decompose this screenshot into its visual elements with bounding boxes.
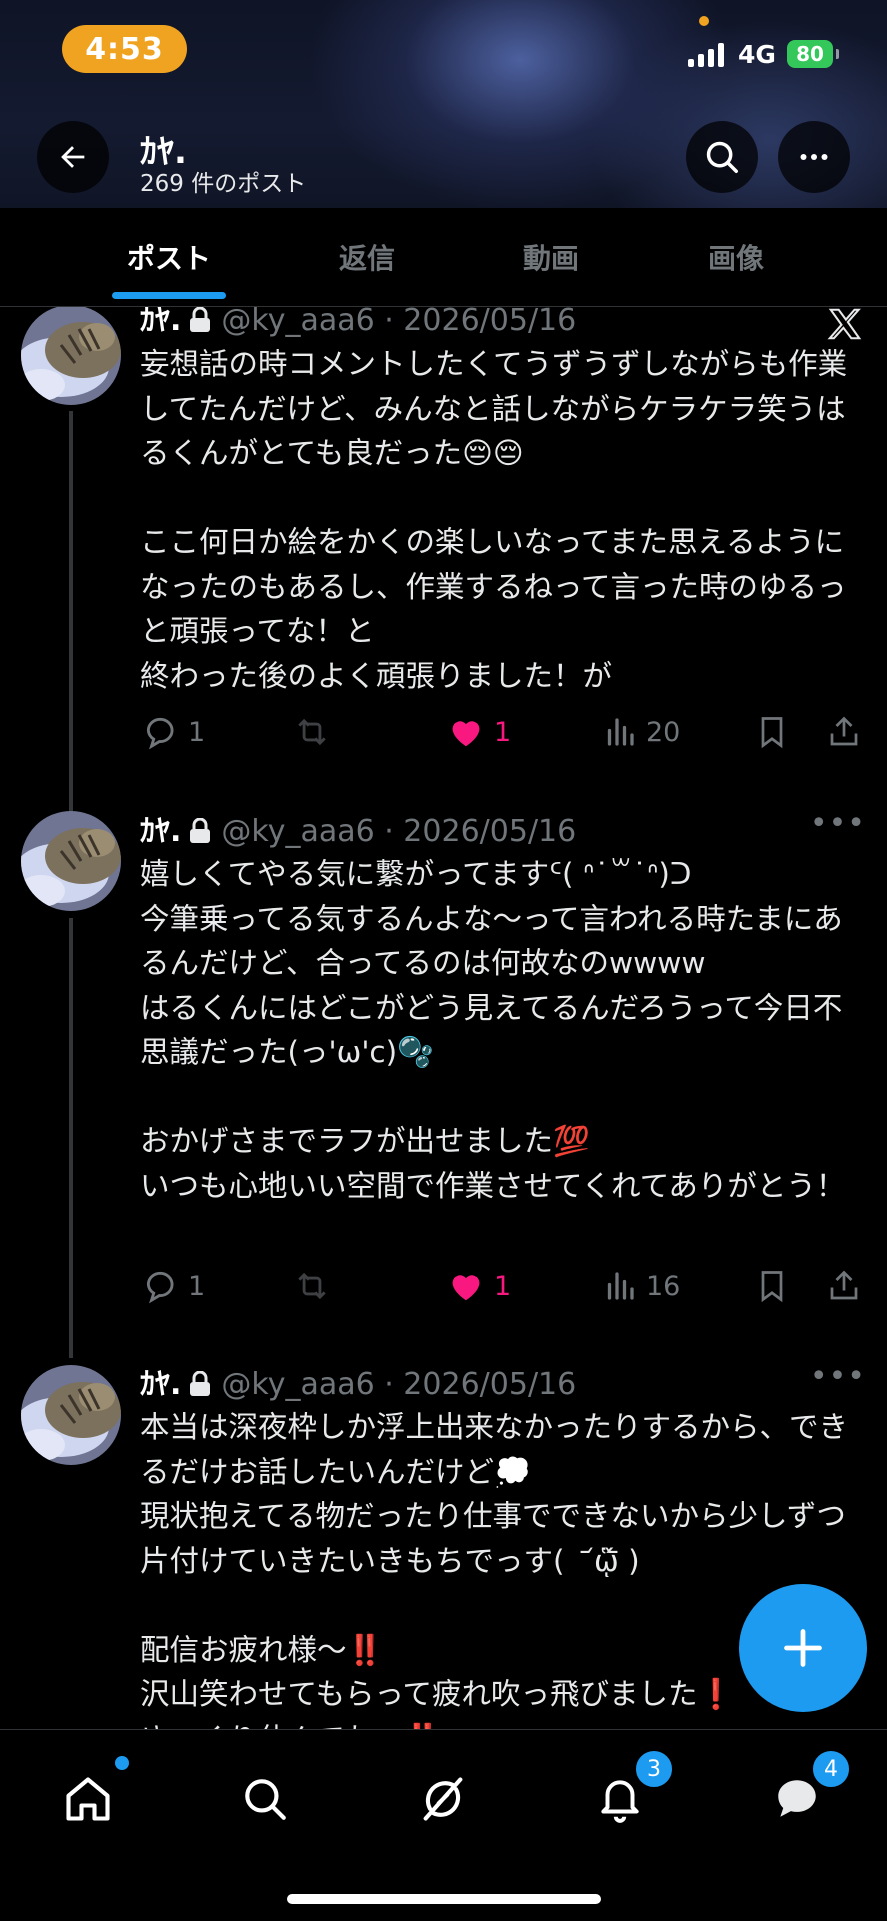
post-author-name[interactable]: ｶﾔ. xyxy=(140,814,181,849)
avatar[interactable] xyxy=(21,307,121,405)
repost-icon xyxy=(298,1272,326,1300)
reply-button[interactable]: 1 xyxy=(142,1267,205,1305)
lock-icon xyxy=(190,818,211,843)
bookmark-icon xyxy=(761,717,783,749)
messages-badge: 4 xyxy=(810,1748,852,1790)
post-author-name[interactable]: ｶﾔ. xyxy=(140,307,181,338)
like-button[interactable]: 1 xyxy=(446,1267,511,1305)
battery-indicator: 80 xyxy=(787,40,839,68)
x-logo-icon xyxy=(827,308,862,340)
post-more-button[interactable]: ••• xyxy=(810,806,866,841)
views-button[interactable]: 20 xyxy=(602,713,680,751)
post-feed[interactable]: ｶﾔ. @ky_aaa6 · 2026/05/16 妄想話の時コメントしたくてうず… xyxy=(0,307,887,1729)
search-button[interactable] xyxy=(686,121,758,193)
status-time: 4:53 xyxy=(62,25,187,73)
nav-home[interactable] xyxy=(53,1756,129,1834)
tab-videos[interactable]: 動画 xyxy=(457,208,645,306)
nav-grok[interactable] xyxy=(408,1764,478,1834)
reply-icon xyxy=(146,717,174,750)
views-button[interactable]: 16 xyxy=(602,1267,680,1305)
nav-search[interactable] xyxy=(230,1764,300,1834)
post-more-button[interactable]: ••• xyxy=(810,1359,866,1394)
network-type: 4G xyxy=(738,40,776,69)
cat-avatar-image xyxy=(21,811,121,911)
avatar[interactable] xyxy=(21,811,121,911)
signal-icon xyxy=(688,43,724,67)
nav-notifications[interactable]: 3 xyxy=(585,1748,675,1834)
post-author-name[interactable]: ｶﾔ. xyxy=(140,1367,181,1402)
avatar[interactable] xyxy=(21,1365,121,1465)
share-icon xyxy=(830,716,858,746)
cat-avatar-image xyxy=(21,1365,121,1465)
tab-images[interactable]: 画像 xyxy=(642,208,830,306)
repost-button[interactable] xyxy=(292,1267,332,1305)
home-indicator xyxy=(287,1894,601,1904)
bookmark-button[interactable] xyxy=(754,713,790,751)
grok-icon xyxy=(423,1777,463,1821)
post-meta[interactable]: @ky_aaa6 · 2026/05/16 xyxy=(221,814,576,849)
thread-line xyxy=(69,918,73,1358)
views-icon xyxy=(607,718,634,746)
cat-avatar-image xyxy=(21,307,121,405)
back-arrow-icon xyxy=(61,146,85,168)
home-unread-dot xyxy=(115,1756,129,1770)
reply-count: 1 xyxy=(188,716,206,748)
post-header: ｶﾔ. @ky_aaa6 · 2026/05/16 xyxy=(140,806,576,850)
battery-level: 80 xyxy=(796,42,824,66)
post-meta[interactable]: @ky_aaa6 · 2026/05/16 xyxy=(221,307,576,338)
post-meta[interactable]: @ky_aaa6 · 2026/05/16 xyxy=(221,1367,576,1402)
repost-button[interactable] xyxy=(292,713,332,751)
post-header: ｶﾔ. @ky_aaa6 · 2026/05/16 xyxy=(140,1359,576,1403)
bottom-navigation: 3 4 xyxy=(0,1729,887,1921)
compose-plus-icon xyxy=(784,1629,822,1667)
reply-count: 1 xyxy=(188,1270,206,1302)
more-icon xyxy=(800,154,828,160)
heart-icon xyxy=(452,1275,480,1301)
nav-messages[interactable]: 4 xyxy=(762,1748,852,1834)
share-button[interactable] xyxy=(826,713,862,751)
post-text: 嬉しくてやる気に繋がってますᑦ( ᐢ˙꒳˙ᐢ)ᑐ 今筆乗ってる気するんよな〜って… xyxy=(140,857,846,1203)
view-count: 20 xyxy=(646,716,681,748)
bookmark-button[interactable] xyxy=(754,1267,790,1305)
share-button[interactable] xyxy=(826,1267,862,1305)
search-icon xyxy=(245,1779,286,1820)
view-count: 16 xyxy=(646,1270,681,1302)
bookmark-icon xyxy=(761,1271,783,1303)
home-icon xyxy=(66,1777,110,1821)
lock-icon xyxy=(190,307,211,332)
compose-button[interactable] xyxy=(739,1584,867,1712)
views-icon xyxy=(607,1272,634,1300)
post-header: ｶﾔ. @ky_aaa6 · 2026/05/16 xyxy=(140,307,576,339)
back-button[interactable] xyxy=(37,121,109,193)
active-tab-indicator xyxy=(112,292,226,299)
notifications-badge: 3 xyxy=(633,1748,675,1790)
post-text: 妄想話の時コメントしたくてうずうずしながらも作業してたんだけど、みんなと話しなが… xyxy=(140,347,848,693)
tab-replies[interactable]: 返信 xyxy=(273,208,461,306)
heart-icon xyxy=(452,721,480,747)
post-count: 269 件のポスト xyxy=(140,171,307,197)
search-icon xyxy=(706,141,738,173)
like-button[interactable]: 1 xyxy=(446,713,511,751)
reply-button[interactable]: 1 xyxy=(142,713,205,751)
lock-icon xyxy=(190,1371,211,1396)
reply-icon xyxy=(146,1271,174,1304)
like-count: 1 xyxy=(494,716,512,748)
more-options-button[interactable] xyxy=(778,121,850,193)
like-count: 1 xyxy=(494,1270,512,1302)
mic-indicator xyxy=(699,16,709,26)
share-icon xyxy=(830,1270,858,1300)
repost-icon xyxy=(298,718,326,746)
